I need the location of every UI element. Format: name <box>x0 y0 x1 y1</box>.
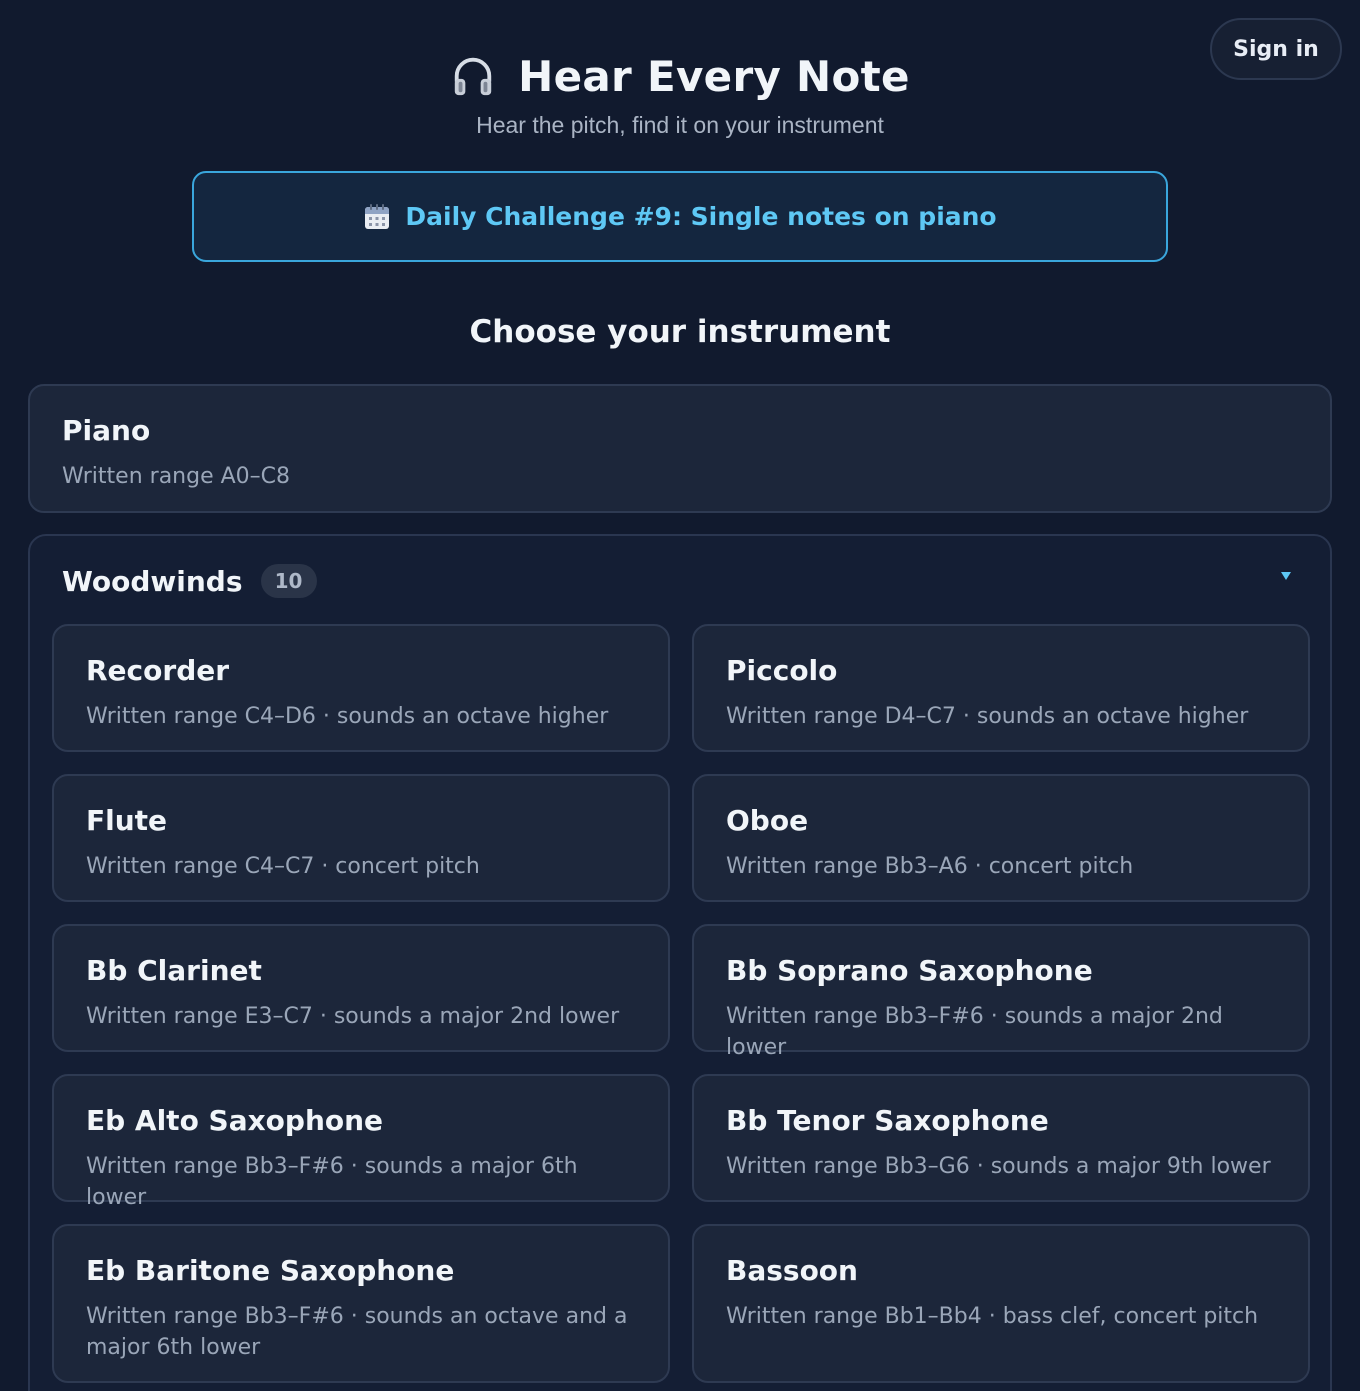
instrument-name: Recorder <box>86 654 230 687</box>
instrument-name: Piano <box>62 414 151 447</box>
instrument-name: Eb Baritone Saxophone <box>86 1254 455 1287</box>
instrument-range: Written range Bb3–A6 · concert pitch <box>726 854 1134 879</box>
instrument-range: Written range Bb3–F#6 · sounds an octave… <box>86 1304 628 1360</box>
header: Hear Every Note Hear the pitch, find it … <box>0 46 1360 139</box>
instrument-card-bassoon[interactable]: Bassoon Written range Bb1–Bb4 · bass cle… <box>692 1224 1310 1383</box>
instrument-name: Bb Clarinet <box>86 954 262 987</box>
app-subtitle: Hear the pitch, find it on your instrume… <box>476 112 884 138</box>
instrument-name: Bassoon <box>726 1254 858 1287</box>
instrument-grid: Recorder Written range C4–D6 · sounds an… <box>52 624 1310 1383</box>
instrument-card-recorder[interactable]: Recorder Written range C4–D6 · sounds an… <box>52 624 670 752</box>
instrument-card-bb-soprano-saxophone[interactable]: Bb Soprano Saxophone Written range Bb3–F… <box>692 924 1310 1060</box>
page: Sign in Hear Every Note Hear the pitch, … <box>0 0 1360 1391</box>
instrument-range: Written range Bb1–Bb4 · bass clef, conce… <box>726 1304 1259 1329</box>
chevron-down-icon[interactable] <box>1278 568 1294 584</box>
headphones-icon <box>454 57 492 96</box>
instrument-name: Eb Alto Saxophone <box>86 1104 384 1137</box>
instrument-card-flute[interactable]: Flute Written range C4–C7 · concert pitc… <box>52 774 670 902</box>
section-title: Choose your instrument <box>469 314 891 350</box>
woodwinds-group: Woodwinds 10 Recorder Written range C4–D… <box>28 534 1332 1391</box>
instrument-card-bb-clarinet[interactable]: Bb Clarinet Written range E3–C7 · sounds… <box>52 924 670 1052</box>
instrument-card-piccolo[interactable]: Piccolo Written range D4–C7 · sounds an … <box>692 624 1310 752</box>
title-row: Hear Every Note <box>0 46 1360 106</box>
woodwinds-header[interactable]: Woodwinds 10 <box>62 564 317 598</box>
instrument-range: Written range Bb3–F#6 · sounds a major 2… <box>726 1004 1223 1060</box>
instrument-range: Written range Bb3–G6 · sounds a major 9t… <box>726 1154 1271 1179</box>
instrument-name: Bb Soprano Saxophone <box>726 954 1093 987</box>
instrument-range: Written range C4–C7 · concert pitch <box>86 854 480 879</box>
calendar-icon <box>365 203 390 229</box>
instrument-card-oboe[interactable]: Oboe Written range Bb3–A6 · concert pitc… <box>692 774 1310 902</box>
daily-challenge-button[interactable]: Daily Challenge #9: Single notes on pian… <box>192 171 1168 262</box>
instrument-range: Written range D4–C7 · sounds an octave h… <box>726 704 1249 729</box>
instrument-range: Written range Bb3–F#6 · sounds a major 6… <box>86 1154 578 1210</box>
instrument-range: Written range A0–C8 <box>62 464 291 489</box>
count-badge: 10 <box>260 564 317 598</box>
instrument-name: Piccolo <box>726 654 838 687</box>
instrument-card-piano[interactable]: Piano Written range A0–C8 <box>28 384 1332 513</box>
instrument-card-bb-tenor-saxophone[interactable]: Bb Tenor Saxophone Written range Bb3–G6 … <box>692 1074 1310 1202</box>
app-title: Hear Every Note <box>518 51 910 101</box>
instrument-card-eb-alto-saxophone[interactable]: Eb Alto Saxophone Written range Bb3–F#6 … <box>52 1074 670 1210</box>
instrument-card-eb-baritone-saxophone[interactable]: Eb Baritone Saxophone Written range Bb3–… <box>52 1224 670 1383</box>
instrument-name: Flute <box>86 804 168 837</box>
instrument-range: Written range E3–C7 · sounds a major 2nd… <box>86 1004 620 1029</box>
group-name: Woodwinds <box>62 564 243 598</box>
instrument-name: Oboe <box>726 804 809 837</box>
instrument-name: Bb Tenor Saxophone <box>726 1104 1049 1137</box>
daily-challenge-label: Daily Challenge #9: Single notes on pian… <box>405 202 997 231</box>
instrument-range: Written range C4–D6 · sounds an octave h… <box>86 704 609 729</box>
